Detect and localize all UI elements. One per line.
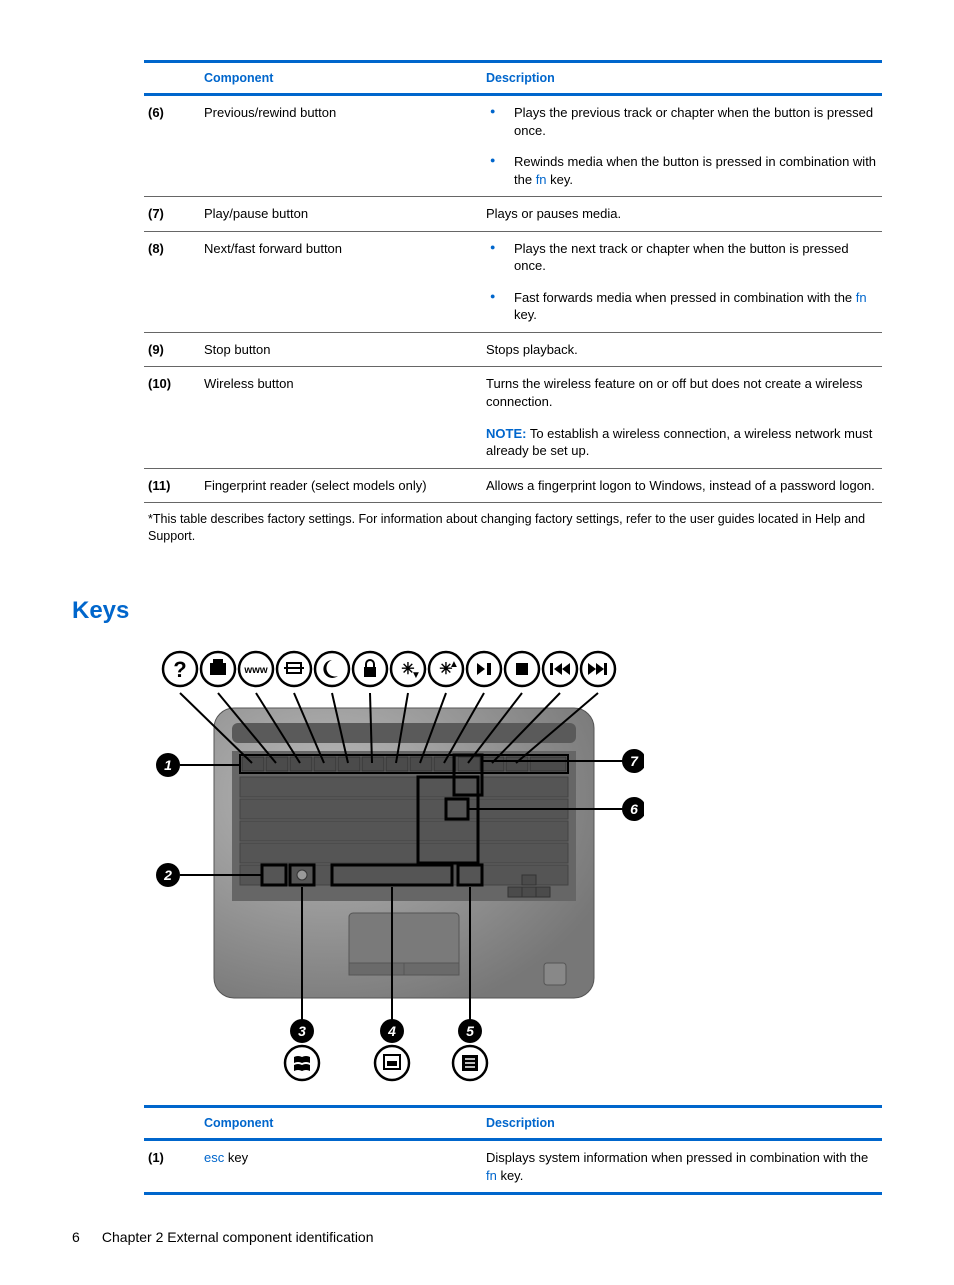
row-desc: Stops playback.	[482, 332, 882, 367]
row-desc: Plays the previous track or chapter when…	[482, 95, 882, 197]
table-row: (9) Stop button Stops playback.	[144, 332, 882, 367]
svg-text:5: 5	[466, 1023, 474, 1039]
comp-rest: key	[224, 1150, 248, 1165]
th-description: Description	[482, 62, 882, 95]
desc-text: Turns the wireless feature on or off but…	[486, 375, 878, 410]
row-comp: Stop button	[200, 332, 482, 367]
row-desc: Allows a fingerprint logon to Windows, i…	[482, 468, 882, 503]
page-footer: 6 Chapter 2 External component identific…	[72, 1229, 882, 1245]
svg-text:www: www	[243, 665, 268, 676]
table-row: (8) Next/fast forward button Plays the n…	[144, 231, 882, 332]
th-blank	[144, 1106, 200, 1139]
bullet-text-post: key.	[514, 307, 537, 322]
row-comp: Next/fast forward button	[200, 231, 482, 332]
note-text: To establish a wireless connection, a wi…	[486, 426, 872, 459]
row-num: (11)	[144, 468, 200, 503]
table-row: (6) Previous/rewind button Plays the pre…	[144, 95, 882, 197]
svg-text:6: 6	[630, 801, 638, 817]
row-comp: Fingerprint reader (select models only)	[200, 468, 482, 503]
fn-key-ref: fn	[856, 290, 867, 305]
th-description: Description	[482, 1106, 882, 1139]
table-row: (1) esc key Displays system information …	[144, 1139, 882, 1193]
bullet-text-post: key.	[547, 172, 574, 187]
svg-text:2: 2	[163, 867, 172, 883]
svg-text:1: 1	[164, 757, 172, 773]
fn-key-ref: fn	[486, 1168, 497, 1183]
svg-text:3: 3	[298, 1023, 306, 1039]
top-icon-row: ? www ✳▼ ✳▲	[163, 652, 615, 686]
table-row: (11) Fingerprint reader (select models o…	[144, 468, 882, 503]
svg-text:?: ?	[173, 657, 186, 682]
desc-post: key.	[497, 1168, 524, 1183]
row-num: (10)	[144, 367, 200, 468]
row-num: (6)	[144, 95, 200, 197]
row-comp: Wireless button	[200, 367, 482, 468]
th-component: Component	[200, 1106, 482, 1139]
row-num: (8)	[144, 231, 200, 332]
table-row: (10) Wireless button Turns the wireless …	[144, 367, 882, 468]
th-blank	[144, 62, 200, 95]
components-table-1: Component Description (6) Previous/rewin…	[144, 60, 882, 549]
row-desc: Displays system information when pressed…	[482, 1139, 882, 1193]
svg-text:▲: ▲	[449, 659, 459, 670]
row-comp: esc key	[200, 1139, 482, 1193]
chapter-title: Chapter 2 External component identificat…	[102, 1229, 374, 1245]
keys-diagram: ? www ✳▼ ✳▲	[144, 643, 882, 1083]
th-component: Component	[200, 62, 482, 95]
table-footnote: *This table describes factory settings. …	[144, 503, 882, 549]
desc-pre: Displays system information when pressed…	[486, 1150, 868, 1165]
row-num: (1)	[144, 1139, 200, 1193]
note-label: NOTE:	[486, 426, 526, 441]
svg-text:▼: ▼	[411, 670, 421, 681]
esc-key-ref: esc	[204, 1150, 224, 1165]
row-desc: Turns the wireless feature on or off but…	[482, 367, 882, 468]
table-row: (7) Play/pause button Plays or pauses me…	[144, 197, 882, 232]
row-num: (7)	[144, 197, 200, 232]
components-table-2: Component Description (1) esc key Displa…	[144, 1105, 882, 1195]
row-desc: Plays the next track or chapter when the…	[482, 231, 882, 332]
page-number: 6	[72, 1229, 98, 1245]
row-comp: Previous/rewind button	[200, 95, 482, 197]
bullet-text: Fast forwards media when pressed in comb…	[514, 290, 856, 305]
row-desc: Plays or pauses media.	[482, 197, 882, 232]
svg-text:4: 4	[387, 1023, 396, 1039]
bullet-text: Plays the previous track or chapter when…	[514, 105, 873, 138]
bullet-text: Plays the next track or chapter when the…	[514, 241, 849, 274]
section-heading-keys: Keys	[72, 597, 882, 625]
fn-key-ref: fn	[536, 172, 547, 187]
row-num: (9)	[144, 332, 200, 367]
svg-text:7: 7	[630, 753, 639, 769]
row-comp: Play/pause button	[200, 197, 482, 232]
